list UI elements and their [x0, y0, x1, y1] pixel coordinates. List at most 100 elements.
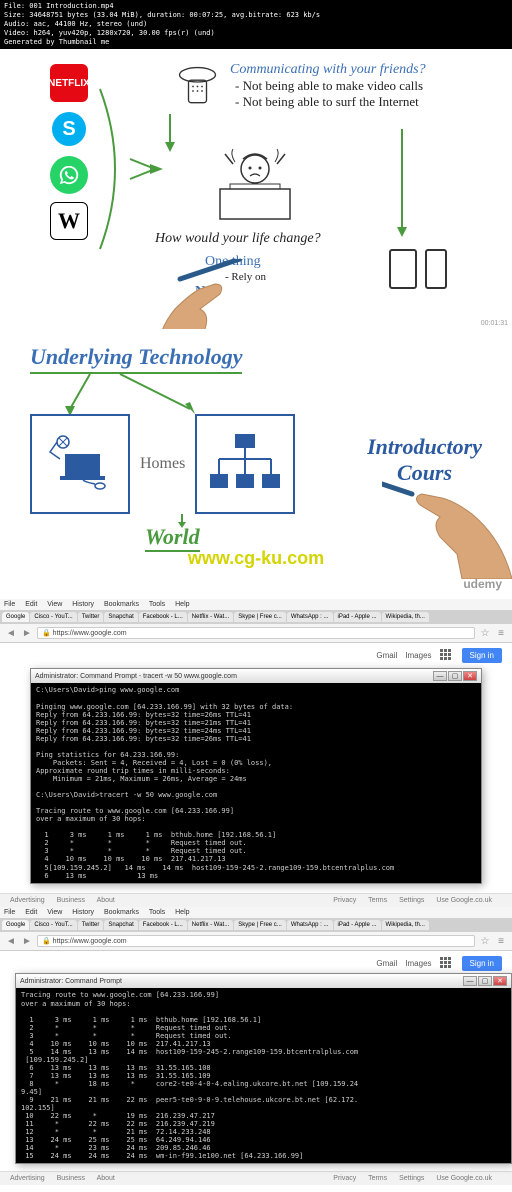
- footer-business[interactable]: Business: [57, 897, 85, 904]
- whatsapp-icon: [50, 156, 88, 194]
- footer-advertising[interactable]: Advertising: [10, 897, 45, 904]
- tab-wikipedia[interactable]: Wikipedia, th...: [382, 612, 429, 622]
- tab-whatsapp-2[interactable]: WhatsApp : ...: [287, 920, 333, 930]
- star-icon-2[interactable]: ☆: [479, 935, 491, 947]
- menu-bookmarks-2[interactable]: Bookmarks: [104, 909, 139, 916]
- close-button-2[interactable]: ✕: [493, 976, 507, 986]
- tab-snapchat-2[interactable]: Snapchat: [104, 920, 137, 930]
- gmail-link[interactable]: Gmail: [376, 651, 397, 660]
- footer-advertising-2[interactable]: Advertising: [10, 1175, 45, 1182]
- menu-icon[interactable]: ≡: [495, 627, 507, 639]
- communicating-title: Communicating with your friends?: [230, 62, 426, 78]
- netflix-icon: NETFLIX: [50, 64, 88, 102]
- forward-icon[interactable]: ►: [21, 627, 33, 639]
- minimize-button-2[interactable]: —: [463, 976, 477, 986]
- thumbnail-frame-4: File Edit View History Bookmarks Tools H…: [0, 907, 512, 1185]
- footer-privacy-2[interactable]: Privacy: [333, 1175, 356, 1182]
- cmd-title-bar-2: Administrator: Command Prompt — ▢ ✕: [16, 974, 511, 988]
- back-icon[interactable]: ◄: [5, 627, 17, 639]
- footer-terms[interactable]: Terms: [368, 897, 387, 904]
- apps-grid-icon[interactable]: [440, 649, 454, 663]
- browser-tab-strip: Google Cisco - YouT... Twitter Snapchat …: [0, 610, 512, 624]
- device-outlines: [389, 249, 447, 289]
- tab-twitter-2[interactable]: Twitter: [78, 920, 104, 930]
- address-bar-row: ◄ ► 🔒 https://www.google.com ☆ ≡: [0, 624, 512, 642]
- menu-edit[interactable]: Edit: [25, 601, 37, 608]
- images-link[interactable]: Images: [405, 651, 431, 660]
- footer-use-google-uk[interactable]: Use Google.co.uk: [436, 897, 492, 904]
- signin-button[interactable]: Sign in: [462, 648, 502, 663]
- tab-skype-2[interactable]: Skype | Free c...: [234, 920, 286, 930]
- footer-terms-2[interactable]: Terms: [368, 1175, 387, 1182]
- menu-tools[interactable]: Tools: [149, 601, 165, 608]
- apps-grid-icon-2[interactable]: [440, 957, 454, 971]
- tab-facebook-2[interactable]: Facebook - L...: [139, 920, 187, 930]
- cmd-title-bar: Administrator: Command Prompt - tracert …: [31, 669, 481, 683]
- underlying-technology-title: Underlying Technology: [30, 344, 242, 374]
- window-controls: — ▢ ✕: [433, 671, 477, 681]
- thumbnail-frame-1: NETFLIX S W Communicating with your frie…: [0, 49, 512, 329]
- menu-bookmarks[interactable]: Bookmarks: [104, 601, 139, 608]
- tab-cisco[interactable]: Cisco - YouT...: [30, 612, 76, 622]
- meta-generator: Generated by Thumbnail me: [4, 38, 508, 47]
- maximize-button[interactable]: ▢: [448, 671, 462, 681]
- tab-facebook[interactable]: Facebook - L...: [139, 612, 187, 622]
- tab-google-2[interactable]: Google: [2, 920, 29, 930]
- menu-tools-2[interactable]: Tools: [149, 909, 165, 916]
- menu-edit-2[interactable]: Edit: [25, 909, 37, 916]
- url-input-2[interactable]: 🔒 https://www.google.com: [37, 935, 475, 947]
- watermark: www.cg-ku.com: [188, 548, 324, 569]
- tab-ipad[interactable]: iPad - Apple ...: [334, 612, 381, 622]
- tab-wikipedia-2[interactable]: Wikipedia, th...: [382, 920, 429, 930]
- app-icons-column: NETFLIX S W: [50, 64, 88, 240]
- browser-chrome-1: File Edit View History Bookmarks Tools H…: [0, 599, 512, 643]
- footer-about-2[interactable]: About: [97, 1175, 115, 1182]
- phone-outline: [425, 249, 447, 289]
- star-icon[interactable]: ☆: [479, 627, 491, 639]
- menu-view[interactable]: View: [47, 601, 62, 608]
- tab-snapchat[interactable]: Snapchat: [104, 612, 137, 622]
- footer-use-google-uk-2[interactable]: Use Google.co.uk: [436, 1175, 492, 1182]
- tab-whatsapp[interactable]: WhatsApp : ...: [287, 612, 333, 622]
- tab-cisco-2[interactable]: Cisco - YouT...: [30, 920, 76, 930]
- menu-help[interactable]: Help: [175, 601, 189, 608]
- footer-settings[interactable]: Settings: [399, 897, 424, 904]
- google-page: Gmail Images Sign in Administrator: Comm…: [0, 643, 512, 893]
- signin-button-2[interactable]: Sign in: [462, 956, 502, 971]
- frustrated-person-drawing: [195, 144, 315, 229]
- footer-about[interactable]: About: [97, 897, 115, 904]
- tab-skype[interactable]: Skype | Free c...: [234, 612, 286, 622]
- menu-file[interactable]: File: [4, 601, 15, 608]
- images-link-2[interactable]: Images: [405, 959, 431, 968]
- tab-ipad-2[interactable]: iPad - Apple ...: [334, 920, 381, 930]
- network-diagram-box: [195, 414, 295, 514]
- tab-twitter[interactable]: Twitter: [78, 612, 104, 622]
- url-input[interactable]: 🔒 https://www.google.com: [37, 627, 475, 639]
- menu-history-2[interactable]: History: [72, 909, 94, 916]
- tab-google[interactable]: Google: [2, 612, 29, 622]
- gmail-link-2[interactable]: Gmail: [376, 959, 397, 968]
- menu-icon-2[interactable]: ≡: [495, 935, 507, 947]
- menu-history[interactable]: History: [72, 601, 94, 608]
- google-page-2: Gmail Images Sign in Administrator: Comm…: [0, 951, 512, 1171]
- minimize-button[interactable]: —: [433, 671, 447, 681]
- google-top-links: Gmail Images Sign in: [376, 648, 502, 663]
- menu-view-2[interactable]: View: [47, 909, 62, 916]
- footer-privacy[interactable]: Privacy: [333, 897, 356, 904]
- command-prompt-window-2[interactable]: Administrator: Command Prompt — ▢ ✕ Trac…: [15, 973, 512, 1164]
- footer-settings-2[interactable]: Settings: [399, 1175, 424, 1182]
- command-prompt-window-1[interactable]: Administrator: Command Prompt - tracert …: [30, 668, 482, 883]
- menu-file-2[interactable]: File: [4, 909, 15, 916]
- tab-netflix[interactable]: Netflix - Wat...: [188, 612, 233, 622]
- tab-netflix-2[interactable]: Netflix - Wat...: [188, 920, 233, 930]
- maximize-button-2[interactable]: ▢: [478, 976, 492, 986]
- menu-help-2[interactable]: Help: [175, 909, 189, 916]
- back-icon-2[interactable]: ◄: [5, 935, 17, 947]
- footer-business-2[interactable]: Business: [57, 1175, 85, 1182]
- skype-icon: S: [50, 110, 88, 148]
- close-button[interactable]: ✕: [463, 671, 477, 681]
- meta-size: Size: 34648751 bytes (33.04 MiB), durati…: [4, 11, 508, 20]
- forward-icon-2[interactable]: ►: [21, 935, 33, 947]
- thumbnail-frame-2: Underlying Technology Homes: [0, 329, 512, 599]
- cmd-title-text: Administrator: Command Prompt - tracert …: [35, 673, 237, 680]
